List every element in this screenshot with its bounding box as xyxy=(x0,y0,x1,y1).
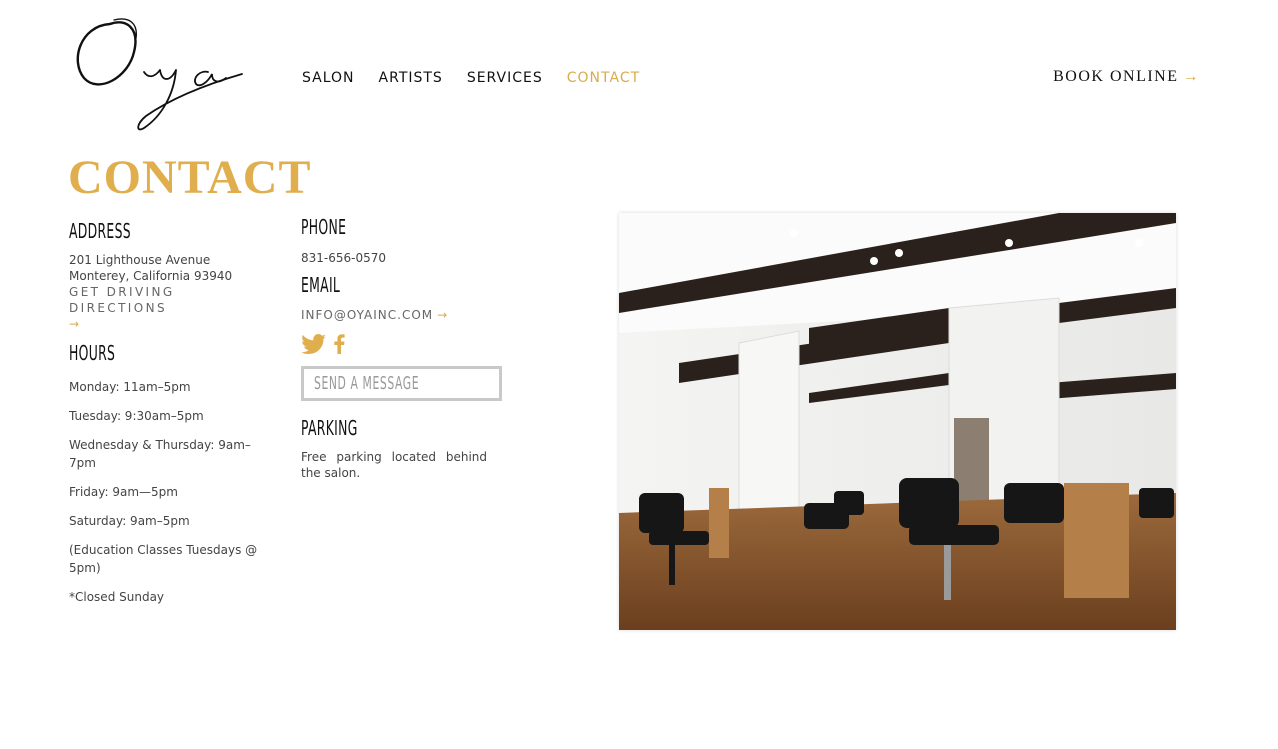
book-online-label: BOOK ONLINE xyxy=(1053,68,1179,85)
page-title: CONTACT xyxy=(68,151,312,204)
facebook-icon[interactable] xyxy=(333,334,345,354)
phone-number[interactable]: 831-656-0570 xyxy=(301,250,491,266)
hours-heading: HOURS xyxy=(69,341,116,365)
nav-salon[interactable]: SALON xyxy=(302,70,355,86)
main-nav: SALON ARTISTS SERVICES CONTACT xyxy=(302,70,664,86)
email-address: INFO@OYAINC.COM xyxy=(301,308,434,322)
salon-photo-illustration xyxy=(619,213,1176,630)
oya-logo[interactable] xyxy=(70,16,250,138)
social-links xyxy=(301,334,491,354)
hours-item: (Education Classes Tuesdays @ 5pm) xyxy=(69,543,258,575)
book-online-link[interactable]: BOOK ONLINE → xyxy=(1053,68,1200,86)
email-link[interactable]: INFO@OYAINC.COM → xyxy=(301,308,491,322)
hours-item: *Closed Sunday xyxy=(69,590,165,604)
hours-item: Monday: 11am–5pm xyxy=(69,380,191,394)
address-heading: ADDRESS xyxy=(69,219,131,243)
arrow-right-icon: → xyxy=(437,308,449,322)
nav-artists[interactable]: ARTISTS xyxy=(379,70,443,86)
arrow-right-icon: → xyxy=(69,317,82,331)
phone-email-column: PHONE 831-656-0570 EMAIL INFO@OYAINC.COM… xyxy=(301,214,503,481)
parking-heading: PARKING xyxy=(301,416,358,440)
driving-directions-label: GET DRIVING DIRECTIONS xyxy=(69,285,175,315)
hours-item: Friday: 9am—5pm xyxy=(69,485,178,499)
address-line-2: Monterey, California 93940 xyxy=(69,269,233,283)
twitter-icon[interactable] xyxy=(301,334,327,354)
oya-logo-script xyxy=(76,18,243,131)
driving-directions-link[interactable]: GET DRIVING DIRECTIONS → xyxy=(69,284,259,332)
address-hours-column: ADDRESS 201 Lighthouse Avenue Monterey, … xyxy=(69,218,259,617)
nav-services[interactable]: SERVICES xyxy=(467,70,543,86)
parking-text: Free parking located behind the salon. xyxy=(301,450,487,480)
salon-interior-photo xyxy=(619,213,1176,630)
send-message-label: SEND A MESSAGE xyxy=(314,373,420,394)
nav-contact[interactable]: CONTACT xyxy=(567,70,640,86)
hours-item: Saturday: 9am–5pm xyxy=(69,514,190,528)
send-message-button[interactable]: SEND A MESSAGE xyxy=(301,366,503,401)
hours-item: Wednesday & Thursday: 9am–7pm xyxy=(69,438,251,470)
phone-heading: PHONE xyxy=(301,215,347,239)
address-line-1: 201 Lighthouse Avenue xyxy=(69,253,211,267)
email-heading: EMAIL xyxy=(301,273,341,297)
arrow-right-icon: → xyxy=(1182,68,1200,85)
hours-item: Tuesday: 9:30am–5pm xyxy=(69,409,204,423)
